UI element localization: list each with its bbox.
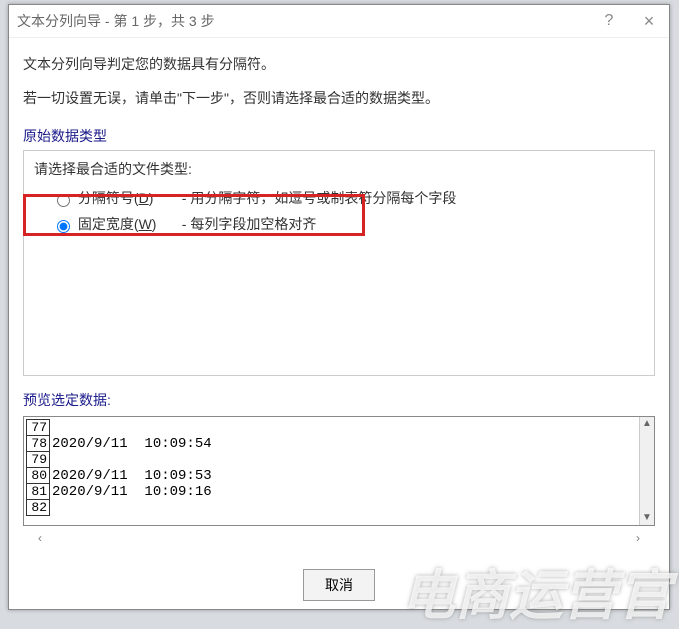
file-type-prompt: 请选择最合适的文件类型: — [34, 159, 644, 179]
title-bar: 文本分列向导 - 第 1 步，共 3 步 ? × — [9, 5, 669, 38]
row-number: 77 — [27, 420, 50, 436]
preview-row: 79 — [27, 452, 213, 468]
scroll-up-icon[interactable]: ▲ — [640, 417, 654, 431]
close-button[interactable]: × — [629, 5, 669, 37]
row-value — [50, 452, 213, 468]
radio-row-fixed-width: 固定宽度(W) - 每列字段加空格对齐 — [34, 213, 644, 235]
radio-fixed-width[interactable] — [57, 220, 70, 233]
row-number: 79 — [27, 452, 50, 468]
scroll-down-icon[interactable]: ▼ — [640, 511, 654, 525]
preview-box: 77782020/9/11 10:09:5479802020/9/11 10:0… — [23, 416, 655, 526]
button-bar: 取消 — [9, 569, 669, 601]
row-value: 2020/9/11 10:09:53 — [50, 468, 213, 484]
radio-delimited[interactable] — [57, 194, 70, 207]
radio-fixed-width-desc: - 每列字段加空格对齐 — [182, 213, 317, 235]
cancel-button[interactable]: 取消 — [303, 569, 375, 601]
scroll-left-icon[interactable]: ‹ — [31, 531, 49, 545]
preview-row: 802020/9/11 10:09:53 — [27, 468, 213, 484]
row-value — [50, 500, 213, 516]
row-number: 82 — [27, 500, 50, 516]
preview-row: 82 — [27, 500, 213, 516]
intro-line-1: 文本分列向导判定您的数据具有分隔符。 — [23, 54, 655, 74]
vertical-scrollbar[interactable]: ▲ ▼ — [639, 417, 654, 525]
row-value: 2020/9/11 10:09:54 — [50, 436, 213, 452]
row-number: 78 — [27, 436, 50, 452]
wizard-dialog: 文本分列向导 - 第 1 步，共 3 步 ? × 文本分列向导判定您的数据具有分… — [8, 4, 670, 610]
preview-row: 782020/9/11 10:09:54 — [27, 436, 213, 452]
preview-row: 812020/9/11 10:09:16 — [27, 484, 213, 500]
horizontal-scrollbar[interactable]: ‹ › — [23, 528, 655, 548]
row-number: 81 — [27, 484, 50, 500]
dialog-body: 文本分列向导判定您的数据具有分隔符。 若一切设置无误，请单击"下一步"，否则请选… — [9, 38, 669, 548]
preview-content: 77782020/9/11 10:09:5479802020/9/11 10:0… — [26, 419, 640, 523]
preview-label: 预览选定数据: — [23, 390, 655, 410]
row-value: 2020/9/11 10:09:16 — [50, 484, 213, 500]
original-data-type-label: 原始数据类型 — [23, 126, 655, 146]
scroll-right-icon[interactable]: › — [629, 531, 647, 545]
intro-line-2: 若一切设置无误，请单击"下一步"，否则请选择最合适的数据类型。 — [23, 88, 655, 108]
preview-row: 77 — [27, 420, 213, 436]
radio-delimited-label[interactable]: 分隔符号(D) — [78, 187, 174, 209]
radio-row-delimited: 分隔符号(D) - 用分隔字符，如逗号或制表符分隔每个字段 — [34, 187, 644, 209]
row-number: 80 — [27, 468, 50, 484]
radio-delimited-desc: - 用分隔字符，如逗号或制表符分隔每个字段 — [182, 187, 457, 209]
help-button[interactable]: ? — [589, 5, 629, 37]
row-value — [50, 420, 213, 436]
radio-fixed-width-label[interactable]: 固定宽度(W) — [78, 213, 174, 235]
preview-table: 77782020/9/11 10:09:5479802020/9/11 10:0… — [26, 419, 213, 516]
dialog-title: 文本分列向导 - 第 1 步，共 3 步 — [17, 5, 215, 37]
original-data-type-group: 请选择最合适的文件类型: 分隔符号(D) - 用分隔字符，如逗号或制表符分隔每个… — [23, 150, 655, 376]
